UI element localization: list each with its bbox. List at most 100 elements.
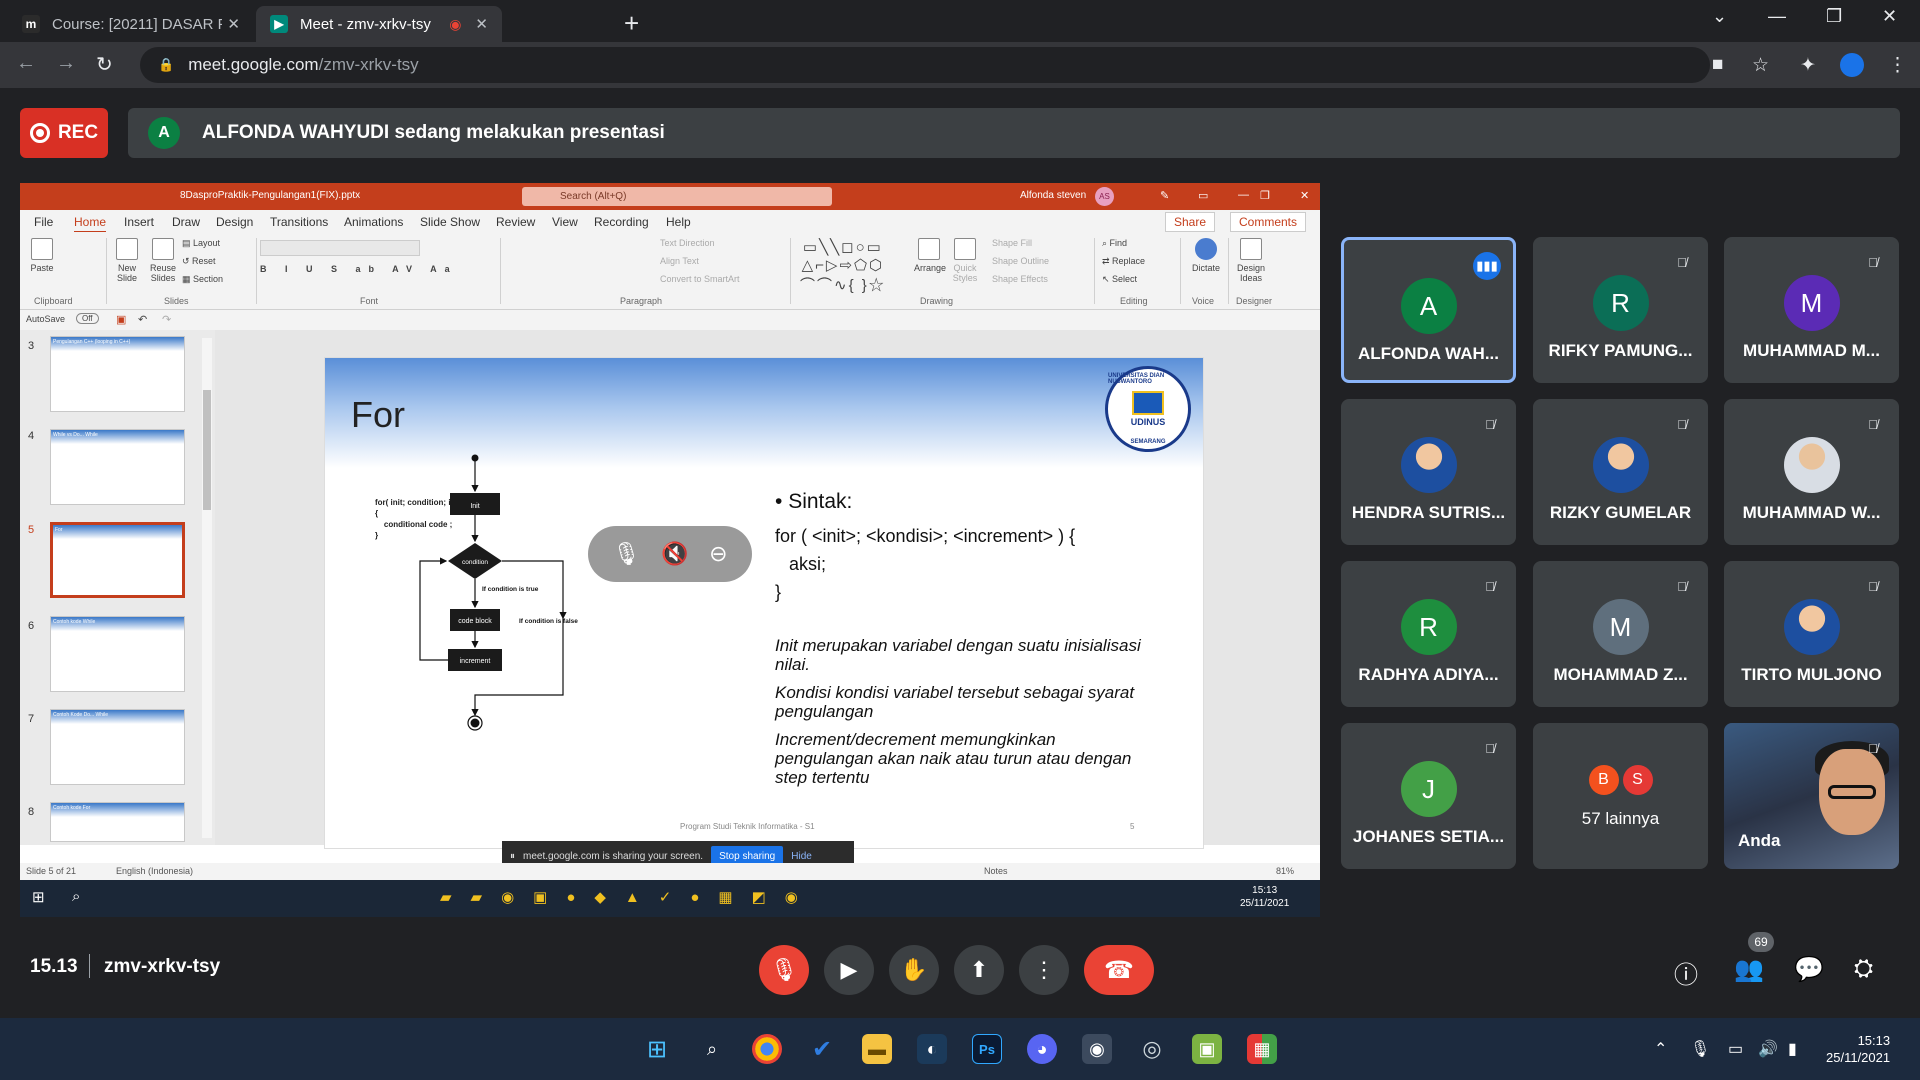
tray-chevron-icon[interactable]: ⌃ bbox=[1654, 1039, 1667, 1059]
group-slides: Slides bbox=[164, 296, 189, 306]
windows-start-icon[interactable]: ⊞ bbox=[642, 1034, 672, 1064]
menu-transitions: Transitions bbox=[270, 215, 329, 229]
tab-course[interactable]: m Course: [20211] DASAR PEMROG ✕ bbox=[8, 6, 254, 42]
mic-off-icon: 🎙̸ bbox=[1868, 741, 1878, 756]
self-tile[interactable]: Anda 🎙̸ bbox=[1724, 723, 1899, 869]
replace-button: ⇄ Replace bbox=[1102, 256, 1146, 266]
restore-icon[interactable]: ❐ bbox=[1826, 6, 1842, 27]
group-voice: Voice bbox=[1192, 296, 1215, 306]
participant-tile[interactable]: R RADHYA ADIYA... 🎙̸ bbox=[1341, 561, 1516, 707]
photoshop-icon[interactable]: Ps bbox=[972, 1034, 1002, 1064]
todo-icon[interactable]: ✔ bbox=[807, 1034, 837, 1064]
camera-toggle-button[interactable]: ▶ bbox=[824, 945, 874, 995]
participant-name: RIFKY PAMUNG... bbox=[1548, 341, 1693, 360]
ppt-status-bar: Slide 5 of 21 English (Indonesia) Notes … bbox=[20, 863, 1320, 880]
taskbar-search-icon[interactable]: ⌕ bbox=[697, 1034, 727, 1064]
android-icon[interactable]: ▣ bbox=[1192, 1034, 1222, 1064]
file-explorer-icon[interactable]: ▬ bbox=[862, 1034, 892, 1064]
participant-tile[interactable]: HENDRA SUTRIS... 🎙̸ bbox=[1341, 399, 1516, 545]
group-designer: Designer bbox=[1236, 296, 1273, 306]
chrome-menu-icon[interactable]: ⋮ bbox=[1888, 54, 1907, 77]
recording-tab-icon: ◉ bbox=[449, 15, 462, 32]
quick-access-toolbar: AutoSave Off ▣ ↶ ↷ bbox=[20, 310, 1320, 330]
chat-icon[interactable]: 💬 bbox=[1794, 955, 1824, 984]
slide-thumbnail: Contoh kode For bbox=[50, 802, 185, 842]
chrome-profile-icon[interactable]: ◉ bbox=[1082, 1034, 1112, 1064]
participant-tile[interactable]: J JOHANES SETIA... 🎙̸ bbox=[1341, 723, 1516, 869]
design-ideas-button: Design Ideas bbox=[1234, 238, 1268, 283]
thumb-number: 3 bbox=[28, 340, 35, 352]
bookmark-star-icon[interactable]: ☆ bbox=[1752, 54, 1769, 77]
chrome-icon[interactable] bbox=[752, 1034, 782, 1064]
search-icon: ⌕ bbox=[72, 888, 81, 905]
new-tab-button[interactable]: + bbox=[624, 8, 639, 39]
thumb-title: For bbox=[53, 525, 182, 539]
menu-draw: Draw bbox=[172, 215, 201, 229]
meeting-info-icon[interactable]: ⓘ bbox=[1674, 955, 1698, 990]
participant-tile[interactable]: RIZKY GUMELAR 🎙̸ bbox=[1533, 399, 1708, 545]
participant-tile[interactable]: M MOHAMMAD Z... 🎙̸ bbox=[1533, 561, 1708, 707]
tab-meet[interactable]: ▶ Meet - zmv-xrkv-tsy ◉ ✕ bbox=[256, 6, 502, 42]
close-tab-icon[interactable]: ✕ bbox=[475, 15, 488, 33]
obs-icon[interactable]: ◎ bbox=[1137, 1034, 1167, 1064]
tab-search-icon[interactable]: ⌄ bbox=[1712, 6, 1727, 27]
desc-init: Init merupakan variabel dengan suatu ini… bbox=[775, 636, 1141, 674]
menu-file: File bbox=[34, 215, 54, 229]
profile-avatar[interactable] bbox=[1840, 53, 1864, 77]
tray-battery-icon[interactable]: ▮ bbox=[1788, 1039, 1797, 1059]
reload-icon[interactable]: ↻ bbox=[96, 52, 113, 77]
clock-time: 15:13 bbox=[1857, 1033, 1891, 1048]
thumb-number: 7 bbox=[28, 713, 35, 725]
ribbon-divider bbox=[790, 238, 791, 304]
more-options-button[interactable]: ⋮ bbox=[1019, 945, 1069, 995]
font-format-buttons: B I U S ab AV Aa bbox=[260, 264, 458, 274]
autosave-label: AutoSave bbox=[26, 314, 66, 324]
participant-tile[interactable]: B S 57 lainnya bbox=[1533, 723, 1708, 869]
tray-mic-icon[interactable]: 🎙 bbox=[1690, 1039, 1710, 1059]
tray-network-icon[interactable]: ▭ bbox=[1728, 1039, 1743, 1059]
raise-hand-button[interactable]: ✋ bbox=[889, 945, 939, 995]
logo-ring-bottom: SEMARANG bbox=[1130, 439, 1166, 445]
extensions-icon[interactable]: ✦ bbox=[1800, 54, 1816, 77]
leave-call-button[interactable]: ☎ bbox=[1084, 945, 1154, 995]
new-slide-icon bbox=[116, 238, 138, 260]
mic-toggle-button[interactable]: 🎙 bbox=[759, 945, 809, 995]
shape-outline-label: Shape Outline bbox=[992, 256, 1050, 266]
close-tab-icon[interactable]: ✕ bbox=[227, 15, 240, 33]
participant-tile[interactable]: M MUHAMMAD M... 🎙̸ bbox=[1724, 237, 1899, 383]
forward-icon[interactable]: → bbox=[56, 52, 76, 75]
current-slide: For UNIVERSITAS DIAN NUSWANTORO UDINUS S… bbox=[324, 357, 1204, 849]
participant-tile[interactable]: MUHAMMAD W... 🎙̸ bbox=[1724, 399, 1899, 545]
url-input[interactable]: 🔒 meet.google.com/zmv-xrkv-tsy bbox=[140, 47, 1710, 83]
mic-off-icon: 🎙̸ bbox=[1485, 417, 1495, 432]
lock-icon: 🔒 bbox=[158, 57, 175, 72]
autosave-toggle: Off bbox=[76, 313, 99, 324]
camera-in-use-icon[interactable]: ■ bbox=[1712, 54, 1723, 76]
minimize-icon[interactable]: — bbox=[1768, 6, 1786, 27]
slide-thumbnail: Contoh Kode Do... While bbox=[50, 709, 185, 785]
participant-avatar: R bbox=[1400, 599, 1457, 655]
close-window-icon[interactable]: ✕ bbox=[1882, 6, 1897, 27]
participant-tile[interactable]: A ALFONDA WAH... ▮▮▮ bbox=[1341, 237, 1516, 383]
participant-tile[interactable]: TIRTO MULJONO 🎙̸ bbox=[1724, 561, 1899, 707]
people-icon[interactable]: 👥 bbox=[1734, 955, 1764, 984]
flow-init-label: Init bbox=[470, 503, 479, 510]
steam-icon[interactable]: ◐ bbox=[917, 1034, 947, 1064]
speaking-indicator-icon: ▮▮▮ bbox=[1473, 252, 1501, 280]
mic-off-icon: 🎙̸ bbox=[1485, 741, 1495, 756]
menu-animations: Animations bbox=[344, 215, 404, 229]
back-icon[interactable]: ← bbox=[16, 52, 36, 75]
new-slide-label: New Slide bbox=[116, 263, 137, 283]
hand-icon: ✋ bbox=[900, 957, 928, 982]
share-notice-text: meet.google.com is sharing your screen. bbox=[523, 850, 704, 862]
present-button[interactable]: ⬆ bbox=[954, 945, 1004, 995]
thumb-title: Pengulangan C++ (looping in C++) bbox=[51, 337, 184, 351]
system-clock[interactable]: 15:13 25/11/2021 bbox=[1826, 1032, 1890, 1066]
activities-icon[interactable]: ⛭ bbox=[1854, 955, 1873, 983]
participant-avatar: M bbox=[1592, 599, 1649, 655]
tray-volume-icon[interactable]: 🔊 bbox=[1758, 1039, 1778, 1059]
participant-tile[interactable]: R RIFKY PAMUNG... 🎙̸ bbox=[1533, 237, 1708, 383]
winrar-icon[interactable]: ▦ bbox=[1247, 1034, 1277, 1064]
participant-avatar bbox=[1400, 437, 1457, 493]
discord-icon[interactable]: ◕ bbox=[1027, 1034, 1057, 1064]
